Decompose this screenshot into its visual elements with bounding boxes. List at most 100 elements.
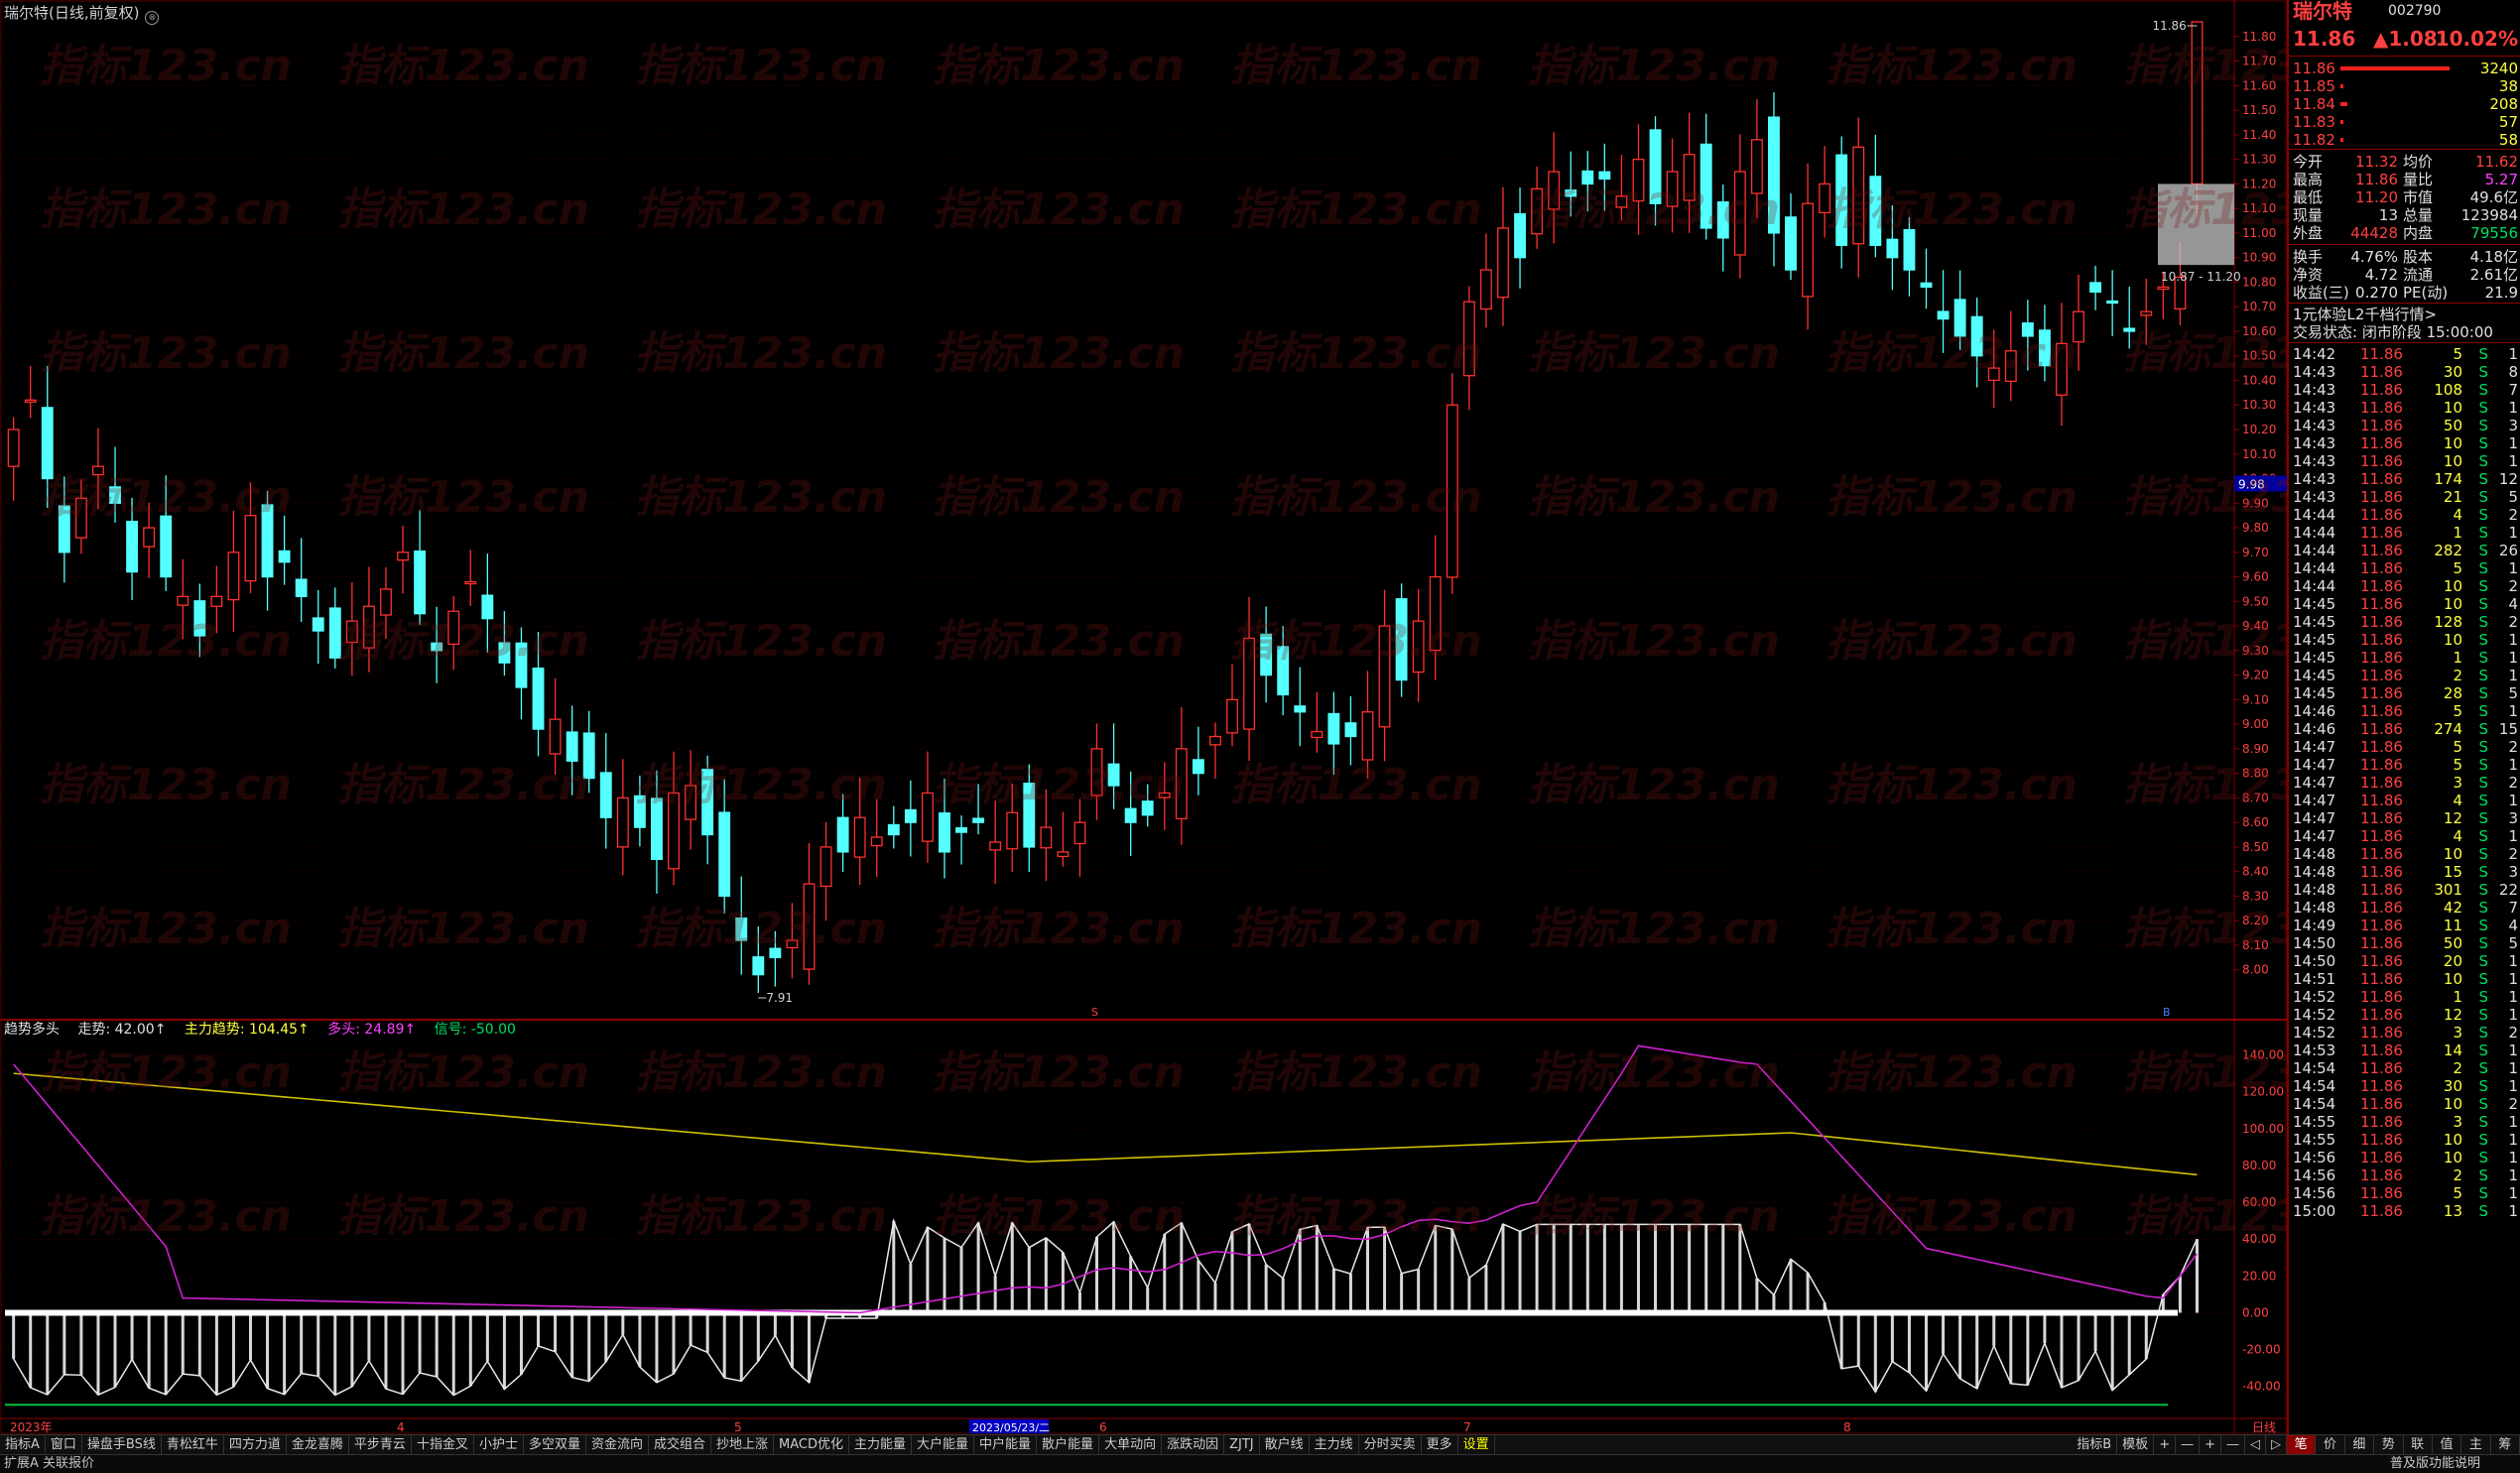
candle-body[interactable]: [2038, 329, 2051, 367]
candle-body[interactable]: [1970, 315, 1983, 357]
candle-body[interactable]: [1479, 269, 1492, 310]
candle-body[interactable]: [735, 917, 748, 941]
candle-body[interactable]: [1785, 216, 1797, 271]
candle-body[interactable]: [143, 527, 156, 548]
candle-body[interactable]: [1700, 143, 1712, 229]
candle-body[interactable]: [1514, 212, 1526, 259]
candle-body[interactable]: [1260, 633, 1273, 676]
candle-body[interactable]: [126, 521, 139, 573]
candle-body[interactable]: [955, 827, 967, 833]
candle-body[interactable]: [532, 668, 545, 730]
panel-tab[interactable]: 联: [2404, 1435, 2433, 1455]
candle-body[interactable]: [1192, 759, 1204, 775]
status-right[interactable]: 普及版功能说明: [2390, 1455, 2480, 1473]
candle-body[interactable]: [447, 610, 460, 646]
toolbar-item[interactable]: 大户能量: [912, 1435, 975, 1455]
candle-body[interactable]: [1107, 763, 1120, 787]
candle-body[interactable]: [1361, 711, 1374, 761]
toolbar-item[interactable]: 设置: [1458, 1435, 1495, 1455]
toolbar-right-item[interactable]: +: [2154, 1435, 2177, 1455]
candle-body[interactable]: [515, 642, 528, 688]
indicator-name[interactable]: 趋势多头: [4, 1022, 60, 1038]
candle-body[interactable]: [701, 768, 714, 836]
candle-body[interactable]: [853, 816, 866, 858]
toolbar-right-item[interactable]: ▷: [2266, 1435, 2287, 1455]
candle-body[interactable]: [921, 792, 934, 842]
candle-body[interactable]: [616, 797, 629, 848]
candle-body[interactable]: [1750, 139, 1763, 194]
order-book-row[interactable]: 11.86 3240: [2289, 60, 2520, 77]
candle-body[interactable]: [1632, 159, 1645, 202]
candle-body[interactable]: [464, 580, 477, 585]
candle-body[interactable]: [1920, 282, 1933, 289]
candle-body[interactable]: [1395, 598, 1408, 681]
candle-body[interactable]: [599, 772, 612, 818]
candle-body[interactable]: [2140, 310, 2153, 316]
candle-body[interactable]: [1311, 730, 1323, 739]
candle-body[interactable]: [1040, 826, 1053, 849]
promo-row[interactable]: 1元体验L2千档行情>: [2289, 306, 2520, 323]
candle-body[interactable]: [904, 808, 917, 823]
toolbar-right-item[interactable]: 指标B: [2072, 1435, 2118, 1455]
candle-body[interactable]: [685, 785, 697, 820]
toolbar-right-item[interactable]: +: [2200, 1435, 2221, 1455]
candle-body[interactable]: [1344, 722, 1357, 738]
candle-body[interactable]: [972, 817, 985, 823]
candle-body[interactable]: [177, 595, 189, 606]
candle-body[interactable]: [1141, 800, 1154, 816]
indicator-bars[interactable]: [12, 1220, 2199, 1396]
candle-body[interactable]: [2157, 286, 2170, 291]
toolbar-item[interactable]: 主力线: [1310, 1435, 1359, 1455]
candle-body[interactable]: [1243, 637, 1256, 730]
status-left[interactable]: 扩展A 关联报价: [4, 1455, 94, 1473]
candle-body[interactable]: [1327, 712, 1340, 745]
candle-body[interactable]: [819, 846, 832, 888]
candle-body[interactable]: [295, 578, 308, 598]
candle-body[interactable]: [582, 732, 595, 780]
candle-body[interactable]: [1378, 625, 1391, 728]
candle-body[interactable]: [1886, 238, 1899, 259]
candle-body[interactable]: [1733, 171, 1746, 256]
candle-body[interactable]: [58, 505, 70, 553]
toolbar-item[interactable]: 青松红牛: [162, 1435, 224, 1455]
panel-tab[interactable]: 笔: [2287, 1435, 2317, 1455]
toolbar-item[interactable]: 多空双量: [524, 1435, 586, 1455]
toolbar-item[interactable]: 抄地上涨: [711, 1435, 775, 1455]
candle-body[interactable]: [109, 486, 121, 504]
panel-tab[interactable]: 细: [2345, 1435, 2375, 1455]
close-icon[interactable]: ⊗: [145, 11, 160, 25]
toolbar-item[interactable]: 成交组合: [649, 1435, 712, 1455]
candle-body[interactable]: [2106, 300, 2119, 305]
candle-body[interactable]: [1006, 811, 1019, 850]
toolbar-item[interactable]: 四方力道: [224, 1435, 287, 1455]
candle-body[interactable]: [769, 947, 782, 958]
candle-body[interactable]: [549, 718, 562, 755]
chart-canvas[interactable]: 11.80 11.70 11.60 11.50 11.40 11.30 11.20 11.10…: [0, 0, 2287, 1434]
price-range-box[interactable]: [2158, 184, 2234, 266]
candle-body[interactable]: [836, 816, 849, 853]
candle-body[interactable]: [1531, 187, 1544, 235]
toolbar-indicator-a[interactable]: 指标A: [0, 1435, 46, 1455]
candle-body[interactable]: [414, 550, 427, 615]
stock-header[interactable]: 瑞尔特 002790: [2289, 1, 2520, 21]
candle-body[interactable]: [1429, 575, 1442, 652]
candle-body[interactable]: [1565, 189, 1577, 197]
candle-body[interactable]: [651, 798, 663, 860]
candle-body[interactable]: [481, 594, 494, 620]
candle-body[interactable]: [1953, 299, 1966, 337]
toolbar-item[interactable]: 涨跌动因: [1162, 1435, 1225, 1455]
toolbar-right-item[interactable]: 模板: [2117, 1435, 2155, 1455]
candle-body[interactable]: [193, 600, 206, 637]
candle-body[interactable]: [2056, 342, 2068, 396]
candle-body[interactable]: [24, 399, 37, 403]
candle-body[interactable]: [1819, 183, 1831, 214]
candle-body[interactable]: [2021, 322, 2034, 337]
candle-body[interactable]: [1835, 154, 1848, 246]
toolbar-item[interactable]: MACD优化: [774, 1435, 849, 1455]
toolbar-item[interactable]: 中户能量: [974, 1435, 1038, 1455]
candle-body[interactable]: [939, 812, 950, 853]
panel-tab[interactable]: 价: [2316, 1435, 2345, 1455]
candle-body[interactable]: [1768, 116, 1780, 234]
toolbar-item[interactable]: 十指金叉: [412, 1435, 474, 1455]
candle-body[interactable]: [1226, 698, 1238, 734]
